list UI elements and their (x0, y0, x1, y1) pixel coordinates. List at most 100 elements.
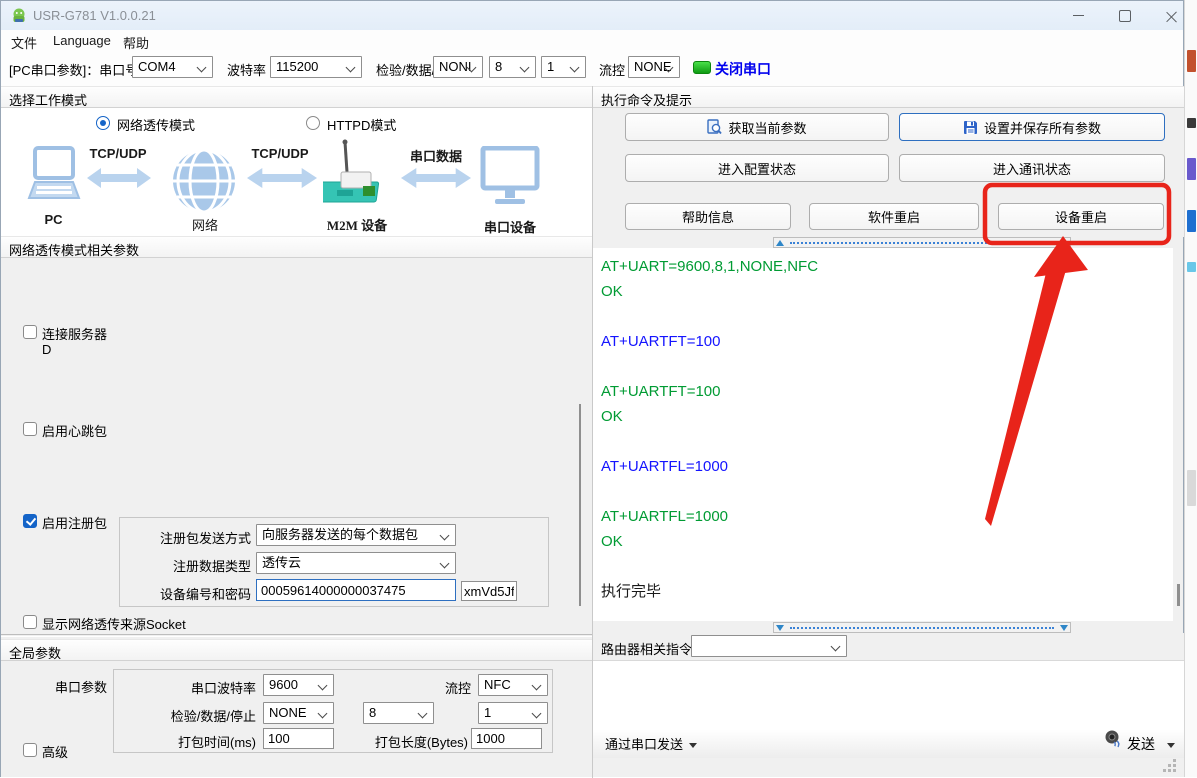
left-splitter[interactable] (1, 634, 592, 635)
splitter-arrow-icon (776, 240, 784, 246)
terminal-scrollbar[interactable] (1177, 584, 1180, 606)
terminal-line: AT+UARTFT=100 (601, 379, 1173, 404)
send-button[interactable]: 发送 (1127, 734, 1175, 754)
tcp-udp-label-2: TCP/UDP (247, 146, 313, 161)
gp-flow-value: NFC (484, 677, 511, 692)
set-save-params-button[interactable]: 设置并保存所有参数 (899, 113, 1165, 141)
work-mode-header: 选择工作模式 (1, 86, 592, 108)
terminal-line (601, 429, 1173, 454)
connect-server-checkbox[interactable] (23, 325, 37, 339)
resize-grip[interactable] (1173, 769, 1176, 772)
gp-databits-value: 8 (369, 705, 376, 720)
httpd-mode-label: HTTPD模式 (327, 115, 396, 134)
terminal-bottom-splitter[interactable] (773, 622, 1071, 633)
serial-group-label: 串口参数 (55, 677, 107, 696)
m2m-label: M2M 设备 (321, 215, 393, 234)
app-icon (10, 7, 28, 25)
gp-parity-label: 检验/数据/停止 (151, 706, 256, 725)
pack-len-input[interactable] (471, 728, 542, 749)
reg-type-value: 透传云 (262, 555, 301, 570)
serial-device-label: 串口设备 (479, 217, 541, 236)
router-cmd-select[interactable] (691, 635, 847, 657)
send-input-area[interactable]: 通过串口发送 发送 (593, 660, 1185, 759)
network-label: 网络 (175, 215, 235, 234)
background-edge-strip (1184, 0, 1197, 777)
splitter-arrow-icon (1060, 240, 1068, 246)
terminal-output[interactable]: AT+UART=9600,8,1,NONE,NFC OKAT+UARTFT=100… (593, 248, 1173, 621)
gp-baud-select[interactable]: 9600 (263, 674, 334, 696)
terminal-line (601, 479, 1173, 504)
databits-select[interactable]: 8 (489, 56, 536, 78)
pack-time-input[interactable] (263, 728, 334, 749)
show-socket-label: 显示网络透传来源Socket (42, 614, 186, 633)
stopbits-value: 1 (547, 59, 554, 74)
enter-comm-button[interactable]: 进入通讯状态 (899, 154, 1165, 182)
caret-down-icon (1167, 743, 1175, 748)
via-serial-label: 通过串口发送 (605, 737, 683, 752)
show-socket-checkbox[interactable] (23, 615, 37, 629)
gp-parity-select[interactable]: NONE (263, 702, 334, 724)
menu-help[interactable]: 帮助 (123, 33, 149, 52)
double-arrow-icon (87, 166, 151, 190)
terminal-line (601, 554, 1173, 579)
device-id-input[interactable] (256, 579, 456, 601)
gp-parity-value: NONE (269, 705, 307, 720)
pc-icon (23, 146, 85, 210)
register-checkbox[interactable] (23, 514, 37, 528)
register-label: 启用注册包 (42, 513, 107, 532)
baud-value: 115200 (276, 59, 318, 74)
double-arrow-icon (401, 166, 471, 190)
connect-server-label2: D (42, 342, 51, 357)
device-restart-button[interactable]: 设备重启 (998, 203, 1164, 230)
terminal-top-splitter[interactable] (773, 237, 1071, 248)
device-password-input[interactable] (461, 581, 517, 601)
help-info-button[interactable]: 帮助信息 (625, 203, 791, 230)
gp-stopbits-select[interactable]: 1 (478, 702, 548, 724)
edge-marker (1187, 262, 1196, 272)
heartbeat-checkbox[interactable] (23, 422, 37, 436)
terminal-line: OK (601, 404, 1173, 429)
menu-language[interactable]: Language (53, 33, 111, 48)
httpd-mode-radio[interactable] (306, 116, 320, 130)
flow-select[interactable]: NONE (628, 56, 680, 78)
reg-send-select[interactable]: 向服务器发送的每个数据包 (256, 524, 456, 546)
via-serial-button[interactable]: 通过串口发送 (605, 734, 697, 753)
transparent-mode-label: 网络透传模式 (117, 115, 195, 134)
serial-data-label: 串口数据 (403, 146, 469, 165)
minimize-button[interactable] (1056, 1, 1100, 30)
gp-flow-select[interactable]: NFC (478, 674, 548, 696)
baud-select[interactable]: 115200 (270, 56, 362, 78)
parity-select[interactable]: NONI (433, 56, 483, 78)
transparent-mode-radio[interactable] (96, 116, 110, 130)
reg-type-label: 注册数据类型 (131, 556, 251, 575)
gp-databits-select[interactable]: 8 (363, 702, 434, 724)
close-port-button[interactable]: 关闭串口 (715, 59, 771, 79)
advanced-label: 高级 (42, 742, 68, 761)
edge-marker (1187, 158, 1196, 180)
get-params-button[interactable]: 获取当前参数 (625, 113, 889, 141)
maximize-button[interactable] (1103, 1, 1147, 30)
parity-value: NONI (439, 59, 472, 74)
work-mode-panel: 网络透传模式 HTTPD模式 PC TCP/UDP 网络 TCP/UDP (1, 108, 592, 236)
reg-type-select[interactable]: 透传云 (256, 552, 456, 574)
soft-restart-button[interactable]: 软件重启 (809, 203, 979, 230)
caret-down-icon (689, 743, 697, 748)
enter-comm-label: 进入通讯状态 (993, 159, 1071, 178)
maximize-icon (1119, 10, 1131, 22)
serial-device-icon (479, 146, 541, 210)
router-cmd-label: 路由器相关指令 (601, 639, 692, 658)
menu-file[interactable]: 文件 (11, 33, 37, 52)
port-select[interactable]: COM4 (132, 56, 213, 78)
gp-baud-value: 9600 (269, 677, 298, 692)
connect-server-label: 连接服务器 (42, 324, 107, 343)
reg-send-label: 注册包发送方式 (131, 528, 251, 547)
terminal-line: AT+UART=9600,8,1,NONE,NFC (601, 254, 1173, 279)
enter-config-button[interactable]: 进入配置状态 (625, 154, 889, 182)
left-splitter-highlight (1, 636, 592, 637)
gp-stopbits-value: 1 (484, 705, 491, 720)
terminal-line: 执行完毕 (601, 579, 1173, 604)
left-panel-scrollbar[interactable] (579, 404, 581, 606)
advanced-checkbox[interactable] (23, 743, 37, 757)
stopbits-select[interactable]: 1 (541, 56, 586, 78)
menu-bar: 文件 Language 帮助 (1, 30, 1183, 51)
